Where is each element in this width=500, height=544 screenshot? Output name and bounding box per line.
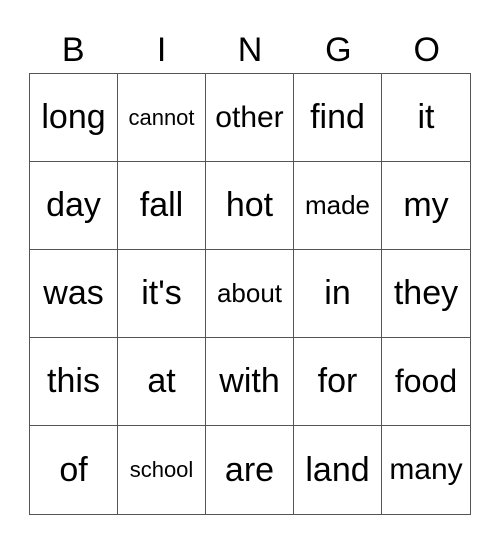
bingo-cell: about [206,250,294,338]
header-letter-n: N [237,31,263,69]
bingo-cell: for [294,338,382,426]
header-letter-g: G [325,31,352,69]
bingo-cell: it's [118,250,206,338]
bingo-cell: of [30,426,118,514]
bingo-cell: school [118,426,206,514]
header-letter-b: B [61,31,85,69]
bingo-cell: in [294,250,382,338]
bingo-cell: this [30,338,118,426]
bingo-cell: are [206,426,294,514]
bingo-cell: with [206,338,294,426]
bingo-cell: was [30,250,118,338]
bingo-cell: made [294,162,382,250]
bingo-cell: day [30,162,118,250]
bingo-cell: it [382,74,470,162]
bingo-cell: at [118,338,206,426]
bingo-header: B I N G O [29,28,471,72]
bingo-cell: fall [118,162,206,250]
bingo-cell: hot [206,162,294,250]
bingo-cell: long [30,74,118,162]
header-letter-o: O [413,31,440,69]
header-letter-i: I [156,31,167,69]
bingo-cell: my [382,162,470,250]
bingo-cell: find [294,74,382,162]
bingo-cell: cannot [118,74,206,162]
bingo-cell: food [382,338,470,426]
bingo-cell: other [206,74,294,162]
bingo-cell: land [294,426,382,514]
bingo-card-grid: long cannot other find it day fall hot m… [29,73,471,515]
bingo-cell: many [389,453,463,486]
bingo-cell: they [382,250,470,338]
